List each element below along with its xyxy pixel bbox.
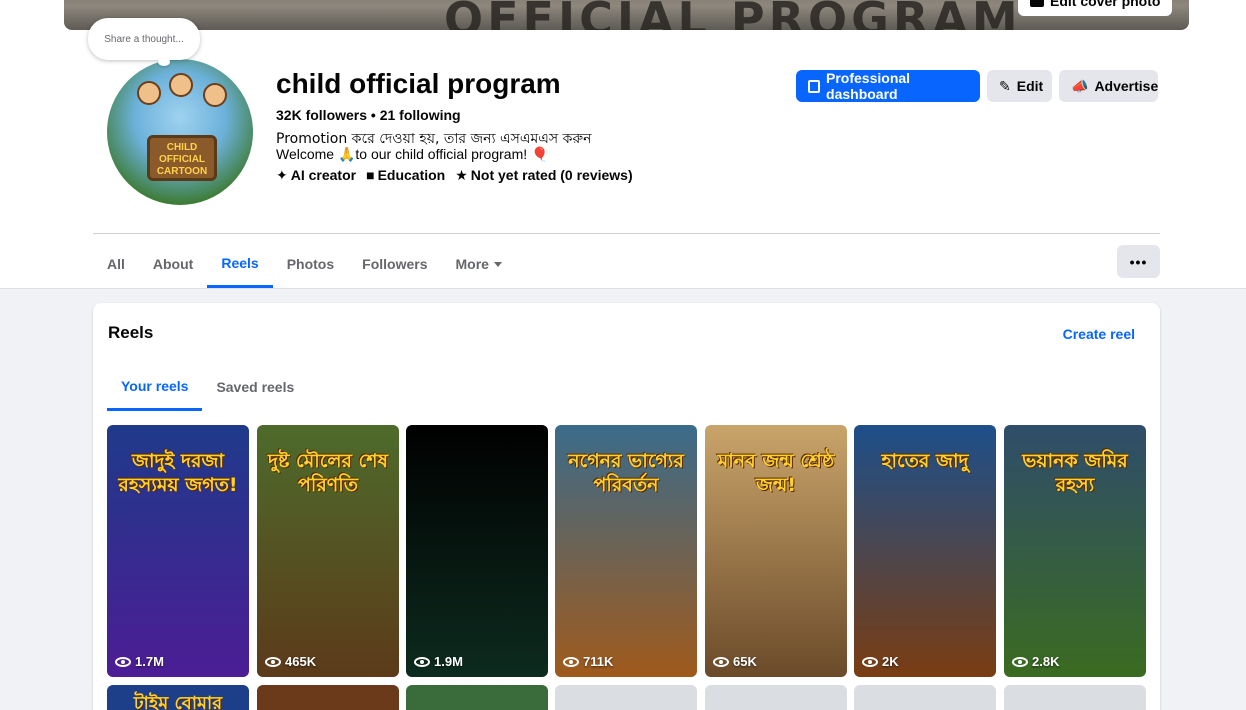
reel-thumbnail[interactable]: হাতের জাদু 2K (854, 425, 996, 677)
reel-thumbnail[interactable] (705, 685, 847, 710)
eye-icon (1012, 656, 1028, 667)
cover-text: OFFICIAL PROGRAM (444, 0, 1022, 30)
tab-about[interactable]: About (139, 240, 207, 288)
tab-reels[interactable]: Reels (207, 240, 273, 288)
meta-label: Education (377, 167, 446, 183)
reel-caption: হাতের জাদু (881, 450, 969, 472)
reel-caption: ভয়ানক জমির রহস্য (1022, 450, 1128, 496)
caret-down-icon (493, 261, 502, 267)
meta-ai-creator: ✦ AI creator (276, 167, 356, 184)
tab-saved-reels[interactable]: Saved reels (202, 363, 308, 411)
dashboard-icon (808, 79, 821, 93)
reel-thumbnail[interactable]: দুষ্ট মৌলের শেষ পরিণতি 465K (257, 425, 399, 677)
reel-caption: জাদুই দরজা রহস্যময় জগত! (118, 450, 238, 496)
reel-views: 711K (563, 654, 613, 669)
share-thought-bubble[interactable]: Share a thought... (88, 18, 200, 60)
follower-counts[interactable]: 32K followers • 21 following (276, 107, 461, 123)
advertise-button[interactable]: 📣 Advertise (1059, 70, 1158, 102)
eye-icon (713, 656, 729, 667)
reel-thumbnail[interactable]: ভয়ানক জমির রহস্য 2.8K (1004, 425, 1146, 677)
edit-button[interactable]: ✎ Edit (987, 70, 1052, 102)
sparkle-icon: ✦ (276, 167, 288, 183)
reel-thumbnail[interactable]: জাদুই দরজা রহস্যময় জগত! 1.7M (107, 425, 249, 677)
reel-thumbnail[interactable]: টাইম বোমার (107, 685, 249, 710)
reel-thumbnail[interactable] (257, 685, 399, 710)
reels-title: Reels (108, 323, 154, 342)
professional-dashboard-button[interactable]: Professional dashboard (796, 70, 980, 102)
view-count: 2K (882, 654, 899, 669)
star-icon: ★ (455, 167, 468, 183)
bio-welcome: Welcome 🙏to our child official program! … (276, 146, 549, 162)
button-label: Advertise (1094, 78, 1159, 94)
button-label: Professional dashboard (826, 70, 911, 102)
reel-views: 1.7M (115, 654, 164, 669)
view-count: 65K (733, 654, 757, 669)
reels-subtabs: Your reels Saved reels (107, 363, 308, 411)
create-reel-link[interactable]: Create reel (1063, 326, 1135, 342)
view-count: 1.7M (135, 654, 164, 669)
reels-card: Reels Create reel Your reels Saved reels… (93, 303, 1160, 710)
tab-photos[interactable]: Photos (273, 240, 348, 288)
reel-caption: টাইম বোমার (133, 693, 223, 710)
tab-followers[interactable]: Followers (348, 240, 441, 288)
eye-icon (115, 656, 131, 667)
avatar[interactable]: CHILD OFFICIAL CARTOON (104, 56, 256, 208)
tab-more[interactable]: More (442, 240, 516, 288)
tab-more-label: More (455, 256, 489, 272)
view-count: 1.9M (434, 654, 463, 669)
pencil-icon: ✎ (999, 77, 1011, 94)
cartoon-kid (203, 83, 227, 107)
camera-icon (1030, 0, 1044, 7)
reel-thumbnail[interactable]: মানব জন্ম শ্রেষ্ঠ জন্ম! 65K (705, 425, 847, 677)
tab-all[interactable]: All (93, 240, 139, 288)
reel-thumbnail[interactable] (1004, 685, 1146, 710)
cartoon-kid (137, 81, 161, 105)
view-count: 711K (583, 654, 614, 669)
meta-label: AI creator (290, 167, 357, 183)
divider (93, 233, 1160, 234)
eye-icon (563, 656, 579, 667)
eye-icon (265, 656, 281, 667)
tab-your-reels[interactable]: Your reels (107, 363, 203, 411)
edit-cover-photo-button[interactable]: Edit cover photo (1018, 0, 1173, 16)
meta-education: ■ Education (366, 167, 445, 184)
reel-thumbnail[interactable]: 1.9M (406, 425, 548, 677)
page-meta: ✦ AI creator ■ Education ★ Not yet rated (0… (276, 167, 633, 184)
bubble-tail (158, 58, 170, 66)
reel-views: 1.9M (414, 654, 463, 669)
reel-views: 465K (265, 654, 316, 669)
cartoon-kid (169, 73, 193, 97)
reel-views: 2K (862, 654, 899, 669)
reel-caption: মানব জন্ম শ্রেষ্ঠ জন্ম! (717, 450, 835, 496)
eye-icon (414, 656, 430, 667)
reel-views: 2.8K (1012, 654, 1059, 669)
reel-caption: দুষ্ট মৌলের শেষ পরিণতি (268, 450, 388, 496)
reel-thumbnail[interactable]: নগেনর ভাগ্যের পরিবর্তন 711K (555, 425, 697, 677)
view-count: 465K (285, 654, 317, 669)
reel-thumbnail[interactable] (854, 685, 996, 710)
reel-thumbnail[interactable] (406, 685, 548, 710)
meta-rating[interactable]: ★ Not yet rated (0 reviews) (455, 167, 632, 184)
view-count: 2.8K (1032, 654, 1060, 669)
page-title: child official program (276, 68, 561, 99)
more-options-button[interactable]: ••• (1117, 245, 1160, 278)
eye-icon (862, 656, 878, 667)
megaphone-icon: 📣 (1071, 77, 1089, 94)
avatar-sign: CHILD OFFICIAL CARTOON (147, 135, 217, 181)
category-icon: ■ (366, 167, 375, 183)
edit-cover-label: Edit cover photo (1050, 0, 1161, 9)
reel-views: 65K (713, 654, 757, 669)
reel-caption: নগেনর ভাগ্যের পরিবর্তন (568, 450, 684, 496)
reel-thumbnail[interactable] (555, 685, 697, 710)
profile-tabs: All About Reels Photos Followers More (93, 240, 516, 288)
button-label: Edit (1016, 78, 1044, 94)
meta-label: Not yet rated (0 reviews) (470, 167, 633, 183)
